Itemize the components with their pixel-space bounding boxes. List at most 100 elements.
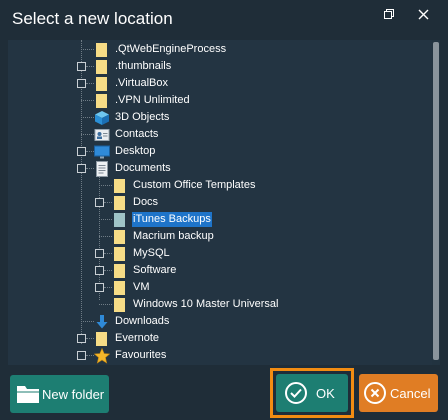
- tree-branch: [99, 219, 112, 220]
- cancel-label: Cancel: [390, 386, 431, 401]
- folder-icon: [112, 263, 128, 279]
- tree-branch: [104, 270, 112, 271]
- title-bar: Select a new location: [0, 0, 448, 40]
- restore-button[interactable]: [372, 0, 406, 28]
- folder-icon: [112, 178, 128, 194]
- tree-item-label: Macrium backup: [133, 230, 214, 242]
- tree-item-thumbnails[interactable]: .thumbnails: [94, 58, 172, 75]
- tree-item-itunes-backups[interactable]: iTunes Backups: [112, 211, 212, 228]
- tree-item-label: Docs: [133, 196, 159, 208]
- 3d-objects-icon: [94, 110, 110, 126]
- folder-icon: [94, 76, 110, 92]
- folder-icon: [112, 246, 128, 262]
- tree-branch: [86, 338, 94, 339]
- tree-item-custom-office-templates[interactable]: Custom Office Templates: [112, 177, 256, 194]
- tree-scroll-area[interactable]: .QtWebEngineProcess .thumbnails .Virtual…: [8, 40, 432, 365]
- new-folder-label: New folder: [42, 387, 105, 402]
- tree-item-macrium-backup[interactable]: Macrium backup: [112, 228, 215, 245]
- tree-item-vpn-unlimited[interactable]: .VPN Unlimited: [94, 92, 191, 109]
- ok-button[interactable]: OK: [276, 374, 348, 412]
- restore-icon: [384, 9, 394, 19]
- tree-branch: [86, 151, 94, 152]
- tree-branch: [99, 236, 112, 237]
- favourites-icon: [93, 347, 111, 364]
- tree-item-label: Windows 10 Master Universal: [133, 298, 279, 310]
- folder-icon: [17, 386, 39, 403]
- documents-icon: [94, 160, 110, 177]
- tree-item-vm[interactable]: VM: [112, 279, 151, 296]
- folder-icon: [94, 331, 110, 347]
- expand-toggle[interactable]: [77, 147, 86, 156]
- tree-item-windows-10-master-universal[interactable]: Windows 10 Master Universal: [112, 296, 280, 313]
- folder-icon: [94, 59, 110, 75]
- folder-icon: [112, 195, 128, 211]
- tree-item-desktop[interactable]: Desktop: [94, 143, 156, 160]
- tree-item-label: Downloads: [115, 315, 170, 327]
- tree-branch: [86, 355, 94, 356]
- tree-branch: [104, 202, 112, 203]
- new-folder-button[interactable]: New folder: [10, 375, 109, 413]
- tree-branch: [86, 83, 94, 84]
- tree-item-label: Documents: [115, 162, 171, 174]
- tree-item-contacts[interactable]: Contacts: [94, 126, 159, 143]
- tree-item-3d-objects[interactable]: 3D Objects: [94, 109, 170, 126]
- tree-item-software[interactable]: Software: [112, 262, 177, 279]
- folder-icon: [94, 93, 110, 109]
- folder-icon: [112, 280, 128, 296]
- close-button[interactable]: [406, 0, 440, 28]
- folder-tree[interactable]: .QtWebEngineProcess .thumbnails .Virtual…: [8, 40, 440, 365]
- contacts-icon: [94, 127, 110, 143]
- close-icon: [418, 9, 428, 19]
- expand-toggle[interactable]: [95, 266, 104, 275]
- folder-icon: [112, 229, 128, 245]
- vertical-scrollbar[interactable]: [432, 40, 440, 365]
- tree-item-label: Favourites: [115, 349, 167, 361]
- tree-item-label: .VPN Unlimited: [115, 94, 190, 106]
- folder-icon: [94, 42, 110, 58]
- desktop-icon: [94, 144, 110, 160]
- tree-item-evernote[interactable]: Evernote: [94, 330, 160, 347]
- downloads-icon: [94, 314, 110, 330]
- tree-branch: [81, 321, 94, 322]
- checkmark-icon: [285, 382, 307, 404]
- tree-item-documents[interactable]: Documents: [94, 160, 172, 177]
- tree-branch: [99, 185, 112, 186]
- tree-branch: [104, 287, 112, 288]
- expand-toggle[interactable]: [77, 62, 86, 71]
- tree-item-favourites[interactable]: Favourites: [93, 347, 167, 364]
- folder-open-icon: [112, 212, 128, 228]
- tree-item-label: Software: [133, 264, 177, 276]
- tree-item-downloads[interactable]: Downloads: [94, 313, 170, 330]
- tree-item-label: VM: [133, 281, 150, 293]
- scrollbar-thumb[interactable]: [433, 42, 439, 360]
- tree-item-mysql[interactable]: MySQL: [112, 245, 171, 262]
- expand-toggle[interactable]: [77, 79, 86, 88]
- expand-toggle[interactable]: [95, 249, 104, 258]
- tree-item-label: MySQL: [133, 247, 170, 259]
- tree-item-label: Custom Office Templates: [133, 179, 256, 191]
- tree-item-virtualbox[interactable]: .VirtualBox: [94, 75, 169, 92]
- expand-toggle[interactable]: [77, 164, 86, 173]
- tree-item-label: 3D Objects: [115, 111, 170, 123]
- tree-branch: [81, 134, 94, 135]
- tree-item-label: iTunes Backups: [132, 212, 212, 227]
- cancel-button[interactable]: Cancel: [359, 374, 438, 412]
- expand-toggle[interactable]: [77, 334, 86, 343]
- dialog-title: Select a new location: [12, 9, 173, 28]
- folder-icon: [112, 297, 128, 313]
- tree-connector-level2: [99, 175, 100, 300]
- expand-toggle[interactable]: [95, 283, 104, 292]
- tree-branch: [86, 66, 94, 67]
- tree-branch: [81, 117, 94, 118]
- tree-branch: [104, 253, 112, 254]
- button-bar: New folder OK Cancel: [0, 365, 448, 420]
- tree-branch: [81, 100, 94, 101]
- tree-branch: [99, 304, 112, 305]
- expand-toggle[interactable]: [77, 351, 86, 360]
- cancel-icon: [364, 382, 386, 404]
- tree-item-label: Contacts: [115, 128, 159, 140]
- tree-item-qtwebengineprocess[interactable]: .QtWebEngineProcess: [94, 41, 227, 58]
- expand-toggle[interactable]: [95, 198, 104, 207]
- tree-item-docs[interactable]: Docs: [112, 194, 159, 211]
- tree-item-label: Desktop: [115, 145, 156, 157]
